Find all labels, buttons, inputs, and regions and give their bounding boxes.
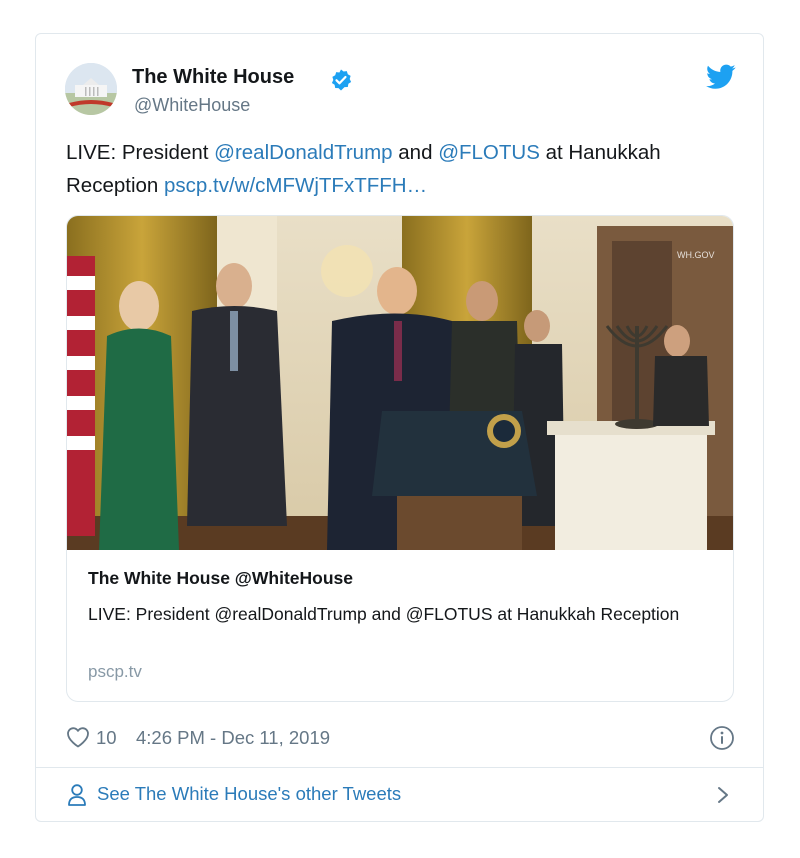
footer-divider (36, 767, 763, 768)
info-icon[interactable] (709, 725, 735, 751)
media-card-description: LIVE: President @realDonaldTrump and @FL… (88, 604, 680, 624)
white-house-avatar-image (65, 63, 117, 115)
media-watermark: WH.GOV (677, 250, 715, 260)
author-name[interactable]: The White House (132, 66, 294, 89)
avatar[interactable] (65, 63, 117, 115)
see-other-tweets-link[interactable]: See The White House's other Tweets (97, 783, 401, 805)
mention-flotus-link[interactable]: @FLOTUS (438, 141, 540, 164)
media-card-title[interactable]: The White House @WhiteHouse (88, 568, 353, 589)
person-icon (68, 784, 86, 806)
tweet-card: The White House @WhiteHouse LIVE: Presid… (35, 33, 764, 822)
media-thumbnail-image[interactable]: WH.GOV (67, 216, 734, 550)
author-handle[interactable]: @WhiteHouse (134, 95, 250, 116)
media-card-domain: pscp.tv (88, 662, 142, 681)
tweet-timestamp[interactable]: 4:26 PM - Dec 11, 2019 (136, 727, 330, 749)
mention-realdonaldtrump-link[interactable]: @realDonaldTrump (214, 141, 392, 164)
tweet-text-prefix: LIVE: President (66, 141, 215, 164)
tweet-text-and: and (392, 141, 439, 164)
verified-badge-icon (331, 69, 352, 91)
heart-icon[interactable] (66, 726, 90, 748)
periscope-link[interactable]: pscp.tv/w/cMFWjTFxTFFH… (164, 174, 427, 197)
twitter-bird-icon[interactable] (706, 64, 736, 90)
like-count: 10 (96, 727, 117, 748)
media-card[interactable]: WH.GOV The White House @WhiteHouse LIVE:… (66, 215, 734, 702)
tweet-text: LIVE: President @realDonaldTrump and @FL… (66, 136, 726, 202)
chevron-right-icon[interactable] (716, 785, 730, 805)
